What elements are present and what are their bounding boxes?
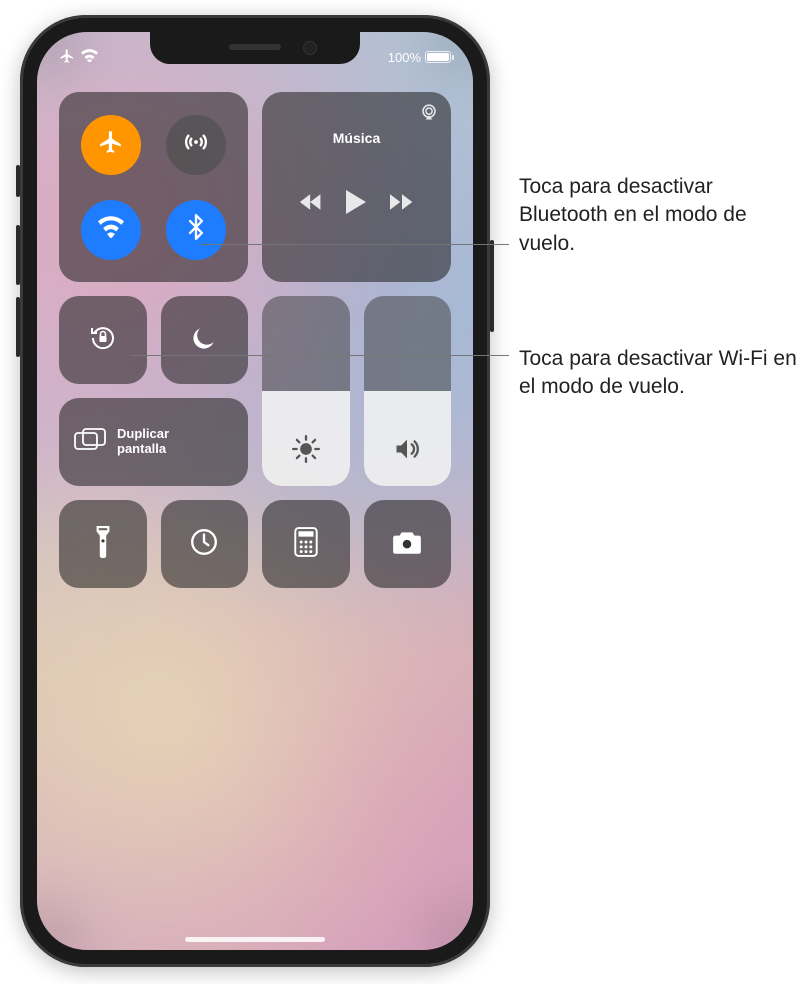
cellular-antenna-icon xyxy=(182,128,210,161)
timer-icon xyxy=(189,527,219,562)
wifi-status-icon xyxy=(81,49,98,65)
music-title: Música xyxy=(278,130,435,146)
screen-mirroring-button[interactable]: Duplicar pantalla xyxy=(59,398,248,486)
moon-icon xyxy=(190,324,218,357)
iphone-frame: 100% xyxy=(20,15,490,967)
side-button xyxy=(490,240,494,332)
orientation-lock-button[interactable] xyxy=(59,296,147,384)
camera-icon xyxy=(391,529,423,560)
home-indicator[interactable] xyxy=(185,937,325,942)
callout-wifi: Toca para desactivar Wi-Fi en el modo de… xyxy=(519,345,799,402)
callout-bluetooth: Toca para desactivar Bluetooth en el mod… xyxy=(519,173,799,258)
screen-mirror-icon xyxy=(73,427,107,458)
volume-up-button xyxy=(16,225,20,285)
bluetooth-icon xyxy=(188,214,204,245)
mirror-label-line2: pantalla xyxy=(117,442,169,457)
airplane-status-icon xyxy=(59,48,75,67)
camera-button[interactable] xyxy=(364,500,452,588)
notch xyxy=(150,32,360,64)
airplay-icon[interactable] xyxy=(419,102,439,127)
flashlight-button[interactable] xyxy=(59,500,147,588)
cellular-data-toggle[interactable] xyxy=(166,115,226,175)
wifi-icon xyxy=(98,216,124,243)
bluetooth-toggle[interactable] xyxy=(166,200,226,260)
brightness-slider[interactable] xyxy=(262,296,350,486)
callout-line-wifi xyxy=(131,355,509,356)
airplane-mode-toggle[interactable] xyxy=(81,115,141,175)
flashlight-icon xyxy=(94,526,112,563)
battery-percent: 100% xyxy=(388,50,421,65)
volume-icon xyxy=(393,435,421,468)
control-center: Música xyxy=(59,92,451,588)
battery-icon xyxy=(425,51,451,63)
now-playing-tile[interactable]: Música xyxy=(262,92,451,282)
calculator-button[interactable] xyxy=(262,500,350,588)
orientation-lock-icon xyxy=(87,322,119,359)
mute-switch xyxy=(16,165,20,197)
airplane-icon xyxy=(98,129,124,160)
brightness-icon xyxy=(292,435,320,468)
connectivity-tile[interactable] xyxy=(59,92,248,282)
next-track-button[interactable] xyxy=(390,193,414,216)
volume-slider[interactable] xyxy=(364,296,452,486)
timer-button[interactable] xyxy=(161,500,249,588)
previous-track-button[interactable] xyxy=(299,193,323,216)
wifi-toggle[interactable] xyxy=(81,200,141,260)
screen: 100% xyxy=(37,32,473,950)
do-not-disturb-button[interactable] xyxy=(161,296,249,384)
mirror-label-line1: Duplicar xyxy=(117,427,169,442)
battery-indicator: 100% xyxy=(388,50,451,65)
callout-line-bluetooth xyxy=(201,244,509,245)
volume-down-button xyxy=(16,297,20,357)
calculator-icon xyxy=(294,527,318,562)
play-button[interactable] xyxy=(345,190,367,219)
